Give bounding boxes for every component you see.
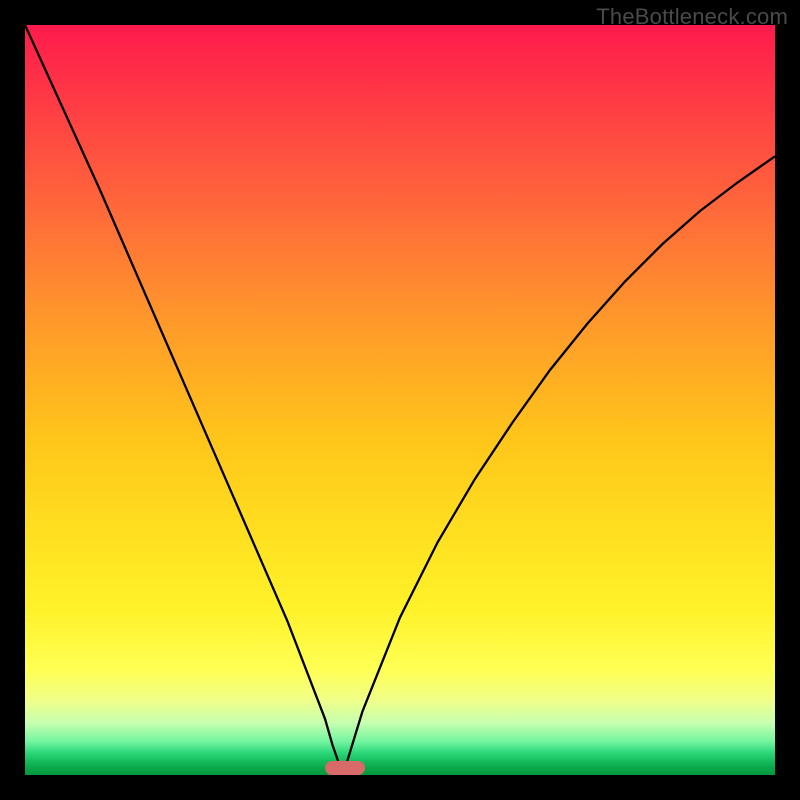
- gradient-background: [25, 25, 775, 775]
- watermark-text: TheBottleneck.com: [596, 4, 788, 30]
- plot-area: [25, 25, 775, 775]
- optimal-marker: [325, 761, 365, 775]
- chart-frame: TheBottleneck.com: [0, 0, 800, 800]
